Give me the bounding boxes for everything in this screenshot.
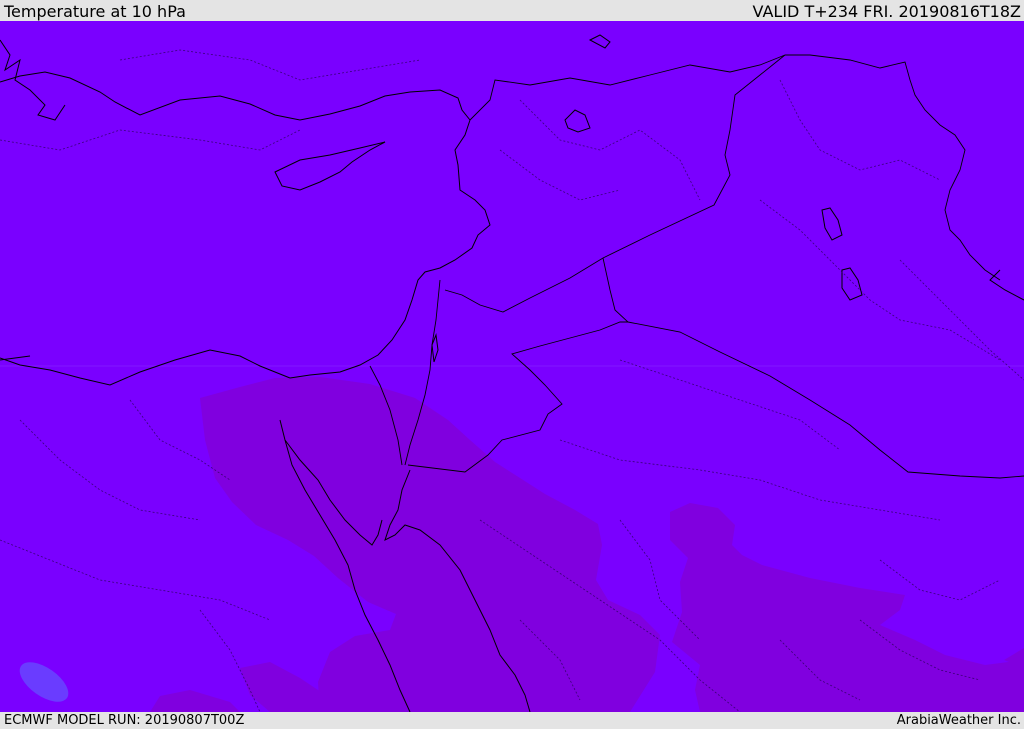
footer-bar: ECMWF MODEL RUN: 20190807T00Z ArabiaWeat… xyxy=(0,712,1024,729)
valid-time: VALID T+234 FRI. 20190816T18Z xyxy=(752,2,1021,21)
model-run: ECMWF MODEL RUN: 20190807T00Z xyxy=(4,713,245,728)
header-bar: Temperature at 10 hPa VALID T+234 FRI. 2… xyxy=(0,0,1024,21)
map-title: Temperature at 10 hPa xyxy=(4,2,186,21)
credit: ArabiaWeather Inc. xyxy=(896,713,1021,728)
temperature-map[interactable] xyxy=(0,21,1024,712)
